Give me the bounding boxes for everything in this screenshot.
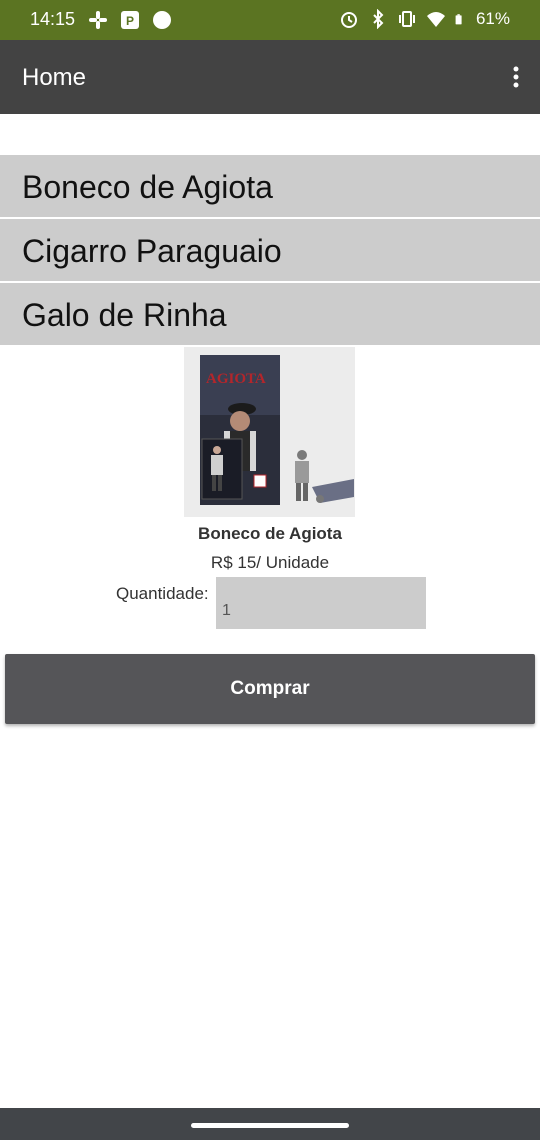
status-left-icons: P — [88, 10, 172, 30]
cloud-icon — [153, 11, 171, 29]
buy-button[interactable]: Comprar — [5, 654, 535, 724]
status-right: 61% — [339, 9, 510, 29]
product-price: R$ 15/ Unidade — [210, 553, 330, 572]
wifi-icon — [426, 12, 445, 27]
product-name: Boneco de Agiota — [198, 524, 342, 543]
product-list: Boneco de Agiota Cigarro Paraguaio Galo … — [0, 155, 540, 345]
quantity-input[interactable] — [216, 577, 426, 629]
product-photo: AGIOTA — [184, 347, 355, 517]
package-title: AGIOTA — [206, 371, 266, 387]
alarm-icon — [340, 12, 357, 28]
app-bar: Home — [0, 40, 540, 114]
product-item-boneco[interactable]: Boneco de Agiota — [0, 155, 540, 217]
bluetooth-icon — [373, 9, 384, 29]
more-vert-icon[interactable] — [510, 66, 522, 88]
status-bar: 14:15 P 61% — [0, 0, 540, 40]
home-gesture-pill[interactable] — [191, 1123, 349, 1128]
product-item-galo[interactable]: Galo de Rinha — [0, 283, 540, 345]
navigation-bar — [0, 1108, 540, 1140]
product-item-cigarro[interactable]: Cigarro Paraguaio — [0, 219, 540, 281]
slack-icon — [89, 11, 107, 29]
page-title: Home — [22, 64, 87, 91]
status-time: 14:15 — [30, 9, 76, 29]
product-image: AGIOTA — [184, 347, 355, 517]
battery-icon — [455, 14, 462, 25]
battery-percent: 61% — [475, 9, 510, 28]
quantity-label: Quantidade: — [116, 584, 209, 603]
p-app-icon: P — [121, 11, 139, 29]
svg-text:P: P — [126, 14, 134, 28]
vibrate-icon — [398, 11, 415, 27]
